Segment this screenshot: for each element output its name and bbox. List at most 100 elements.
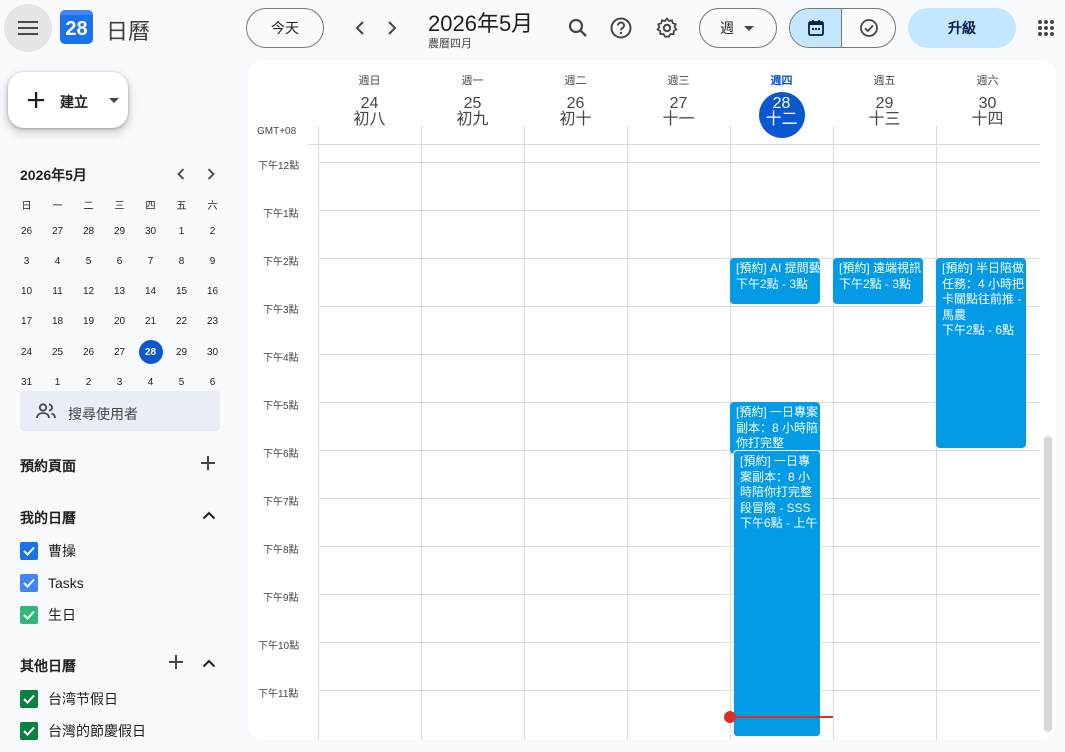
event-time: 下午6點 - 上午	[740, 516, 818, 530]
checkbox-checked-icon[interactable]	[20, 722, 38, 740]
mini-day[interactable]: 28	[73, 218, 104, 244]
mini-day[interactable]: 26	[11, 218, 42, 244]
day-header-weekday: 週六	[976, 75, 999, 87]
day-header-date: 26	[566, 95, 585, 112]
view-select[interactable]: 週	[699, 8, 777, 48]
previous-week-button[interactable]	[344, 12, 376, 44]
google-apps-button[interactable]	[1030, 12, 1062, 44]
mini-weekday: 二	[83, 200, 94, 212]
main-menu-button[interactable]	[4, 4, 52, 52]
mini-day[interactable]: 1	[166, 218, 197, 244]
day-header[interactable]: 週日 24 初八	[318, 60, 421, 146]
checkbox-checked-icon[interactable]	[20, 542, 38, 560]
view-toggle-group	[789, 8, 896, 48]
mini-day[interactable]: 18	[42, 309, 73, 335]
mini-day[interactable]: 22	[166, 309, 197, 335]
add-booking-page-button[interactable]	[196, 451, 220, 475]
day-header[interactable]: 週一 25 初九	[421, 60, 524, 146]
mini-day[interactable]: 26	[73, 339, 104, 365]
tasks-view-toggle[interactable]	[842, 9, 895, 47]
day-header[interactable]: 週三 27 十一	[627, 60, 730, 146]
create-button-label: 建立	[60, 94, 88, 110]
day-header-today[interactable]: 週四 28 十二	[730, 60, 833, 146]
calendar-item-birthdays[interactable]: 生日	[20, 603, 76, 627]
mini-day[interactable]: 13	[104, 279, 135, 305]
mini-day[interactable]: 8	[166, 248, 197, 274]
checkbox-checked-icon[interactable]	[20, 606, 38, 624]
help-button[interactable]	[605, 12, 637, 44]
event-time: 下午2點 - 6點	[942, 323, 1015, 337]
mini-day[interactable]: 24	[11, 339, 42, 365]
timezone-label: GMT+08	[257, 126, 297, 137]
day-header-weekday: 週四	[770, 75, 793, 87]
mini-day[interactable]: 19	[73, 309, 104, 335]
day-header-lunar: 十二	[765, 111, 798, 128]
mini-day[interactable]: 5	[73, 248, 104, 274]
mini-day[interactable]: 9	[197, 248, 228, 274]
mini-day[interactable]: 23	[197, 309, 228, 335]
mini-day[interactable]: 14	[135, 279, 166, 305]
mini-day[interactable]: 29	[104, 218, 135, 244]
mini-day[interactable]: 30	[197, 339, 228, 365]
mini-day[interactable]: 21	[135, 309, 166, 335]
hour-label: 下午11點	[258, 689, 299, 700]
mini-day[interactable]: 15	[166, 279, 197, 305]
mini-calendar-next-button[interactable]	[199, 162, 223, 186]
mini-day[interactable]: 12	[73, 279, 104, 305]
create-button[interactable]: 建立	[8, 72, 128, 128]
calendar-name: 台湾节假日	[48, 691, 118, 707]
collapse-other-calendars-button[interactable]	[197, 651, 221, 675]
event-one-day-project[interactable]: [預約] 一日專案副本：8 小時陪你打完整	[730, 402, 820, 454]
day-header-weekday: 週日	[358, 75, 381, 87]
upgrade-button[interactable]: 升級	[908, 8, 1016, 48]
event-one-day-project-sss[interactable]: [預約] 一日專案副本：8 小時陪你打完整段冒險 - SSS 下午6點 - 上午	[733, 450, 821, 737]
search-users-input[interactable]: 搜尋使用者	[20, 391, 220, 431]
mini-day[interactable]: 7	[135, 248, 166, 274]
booking-pages-title: 預約頁面	[20, 458, 76, 474]
mini-day[interactable]: 4	[42, 248, 73, 274]
mini-day[interactable]: 27	[104, 339, 135, 365]
day-header[interactable]: 週二 26 初十	[524, 60, 627, 146]
mini-weekday: 日	[21, 200, 32, 212]
day-header-lunar: 初九	[456, 111, 489, 128]
calendar-name: 生日	[48, 607, 76, 623]
mini-day[interactable]: 17	[11, 309, 42, 335]
calendar-item-caocao[interactable]: 曹操	[20, 539, 76, 563]
calendar-item-taiwan-festivals[interactable]: 台灣的節慶假日	[20, 719, 146, 743]
calendar-item-taiwan-holidays[interactable]: 台湾节假日	[20, 687, 118, 711]
search-button[interactable]	[562, 12, 594, 44]
day-header-date: 28	[772, 95, 791, 112]
event-remote-video[interactable]: [預約] 遠端視訊 下午2點 - 3點	[833, 258, 923, 304]
mini-day[interactable]: 27	[42, 218, 73, 244]
day-header-date: 27	[669, 95, 688, 112]
mini-day[interactable]: 30	[135, 218, 166, 244]
collapse-my-calendars-button[interactable]	[197, 503, 221, 527]
day-header-lunar: 初十	[559, 111, 592, 128]
week-view-scrollbar[interactable]	[1044, 436, 1052, 732]
event-ai-question[interactable]: [預約] AI 提問藝術 下午2點 - 3點	[730, 258, 820, 304]
next-week-button[interactable]	[376, 12, 408, 44]
today-button[interactable]: 今天	[246, 8, 324, 48]
checkbox-checked-icon[interactable]	[20, 690, 38, 708]
mini-day[interactable]: 20	[104, 309, 135, 335]
day-header[interactable]: 週六 30 十四	[936, 60, 1039, 146]
hour-gridline	[318, 354, 1040, 355]
mini-day[interactable]: 2	[197, 218, 228, 244]
mini-day[interactable]: 10	[11, 279, 42, 305]
mini-day[interactable]: 3	[11, 248, 42, 274]
calendar-item-tasks[interactable]: Tasks	[20, 571, 84, 595]
checkbox-checked-icon[interactable]	[20, 574, 38, 592]
mini-calendar-prev-button[interactable]	[169, 162, 193, 186]
mini-day[interactable]: 16	[197, 279, 228, 305]
mini-day[interactable]: 6	[104, 248, 135, 274]
hour-label: 下午12點	[258, 161, 300, 172]
calendar-view-toggle[interactable]	[790, 9, 843, 47]
day-header[interactable]: 週五 29 十三	[833, 60, 936, 146]
mini-day[interactable]: 25	[42, 339, 73, 365]
add-other-calendar-button[interactable]	[164, 650, 188, 674]
event-half-day-task[interactable]: [預約] 半日陪做任務：4 小時把卡關點往前推 - 馬農 下午2點 - 6點	[936, 258, 1026, 448]
mini-day[interactable]: 29	[166, 339, 197, 365]
settings-button[interactable]	[651, 12, 683, 44]
mini-day[interactable]: 11	[42, 279, 73, 305]
mini-day-selected[interactable]: 28	[135, 339, 166, 365]
